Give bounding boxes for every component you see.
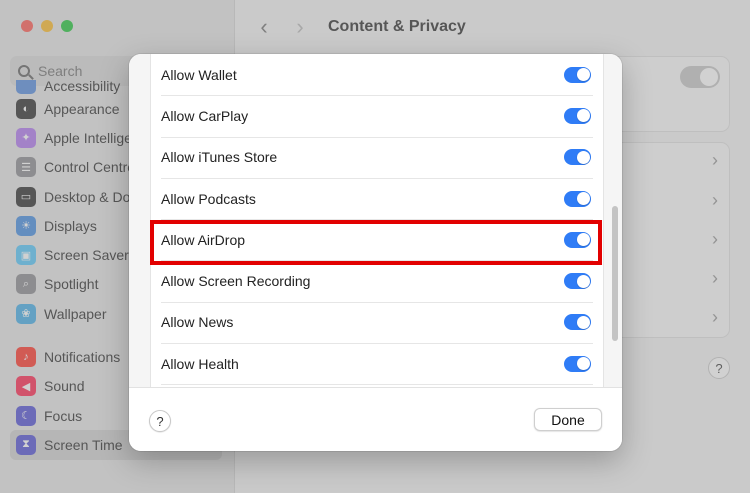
toggle-knob: [576, 150, 590, 164]
toggle-knob: [576, 109, 590, 123]
toggle-knob: [576, 68, 590, 82]
toggle-knob: [576, 233, 590, 247]
done-button[interactable]: Done: [534, 408, 602, 431]
list-item-allow-airdrop: Allow AirDrop: [151, 219, 603, 260]
allow-screen-recording-toggle[interactable]: [564, 273, 591, 290]
row-label: Allow Wallet: [161, 66, 237, 83]
list-item-allow-itunes-store: Allow iTunes Store: [151, 136, 603, 178]
row-label: Allow Podcasts: [161, 190, 256, 207]
list-item-allow-health: Allow Health: [151, 343, 603, 384]
allow-health-toggle[interactable]: [564, 355, 591, 372]
allow-podcasts-toggle[interactable]: [564, 190, 591, 207]
list-item-allow-carplay: Allow CarPlay: [151, 95, 603, 136]
allow-wallet-toggle[interactable]: [564, 66, 591, 83]
settings-list: Allow Wallet Allow CarPlay Allow iTunes …: [150, 54, 604, 387]
sheet-footer: ? Done: [129, 387, 622, 451]
list-item-allow-screen-recording: Allow Screen Recording: [151, 260, 603, 301]
list-item-allow-news: Allow News: [151, 301, 603, 343]
list-item-allow-wallet: Allow Wallet: [151, 54, 603, 95]
row-label: Allow iTunes Store: [161, 149, 278, 166]
allow-airdrop-toggle[interactable]: [564, 231, 591, 248]
row-label: Allow News: [161, 314, 234, 331]
toggle-knob: [576, 357, 590, 371]
allow-news-toggle[interactable]: [564, 314, 591, 331]
help-button[interactable]: ?: [149, 410, 171, 432]
list-item-allow-podcasts: Allow Podcasts: [151, 177, 603, 219]
settings-list-pane: Allow Wallet Allow CarPlay Allow iTunes …: [129, 54, 622, 387]
allow-carplay-toggle[interactable]: [564, 107, 591, 124]
toggle-knob: [576, 274, 590, 288]
content-privacy-sheet: Allow Wallet Allow CarPlay Allow iTunes …: [129, 54, 622, 451]
row-label: Allow Health: [161, 355, 239, 372]
row-label: Allow CarPlay: [161, 107, 249, 124]
row-label: Allow Screen Recording: [161, 273, 311, 290]
allow-itunes-store-toggle[interactable]: [564, 149, 591, 166]
toggle-knob: [576, 315, 590, 329]
row-label: Allow AirDrop: [161, 231, 246, 248]
scrollbar-thumb[interactable]: [612, 206, 618, 341]
toggle-knob: [576, 192, 590, 206]
